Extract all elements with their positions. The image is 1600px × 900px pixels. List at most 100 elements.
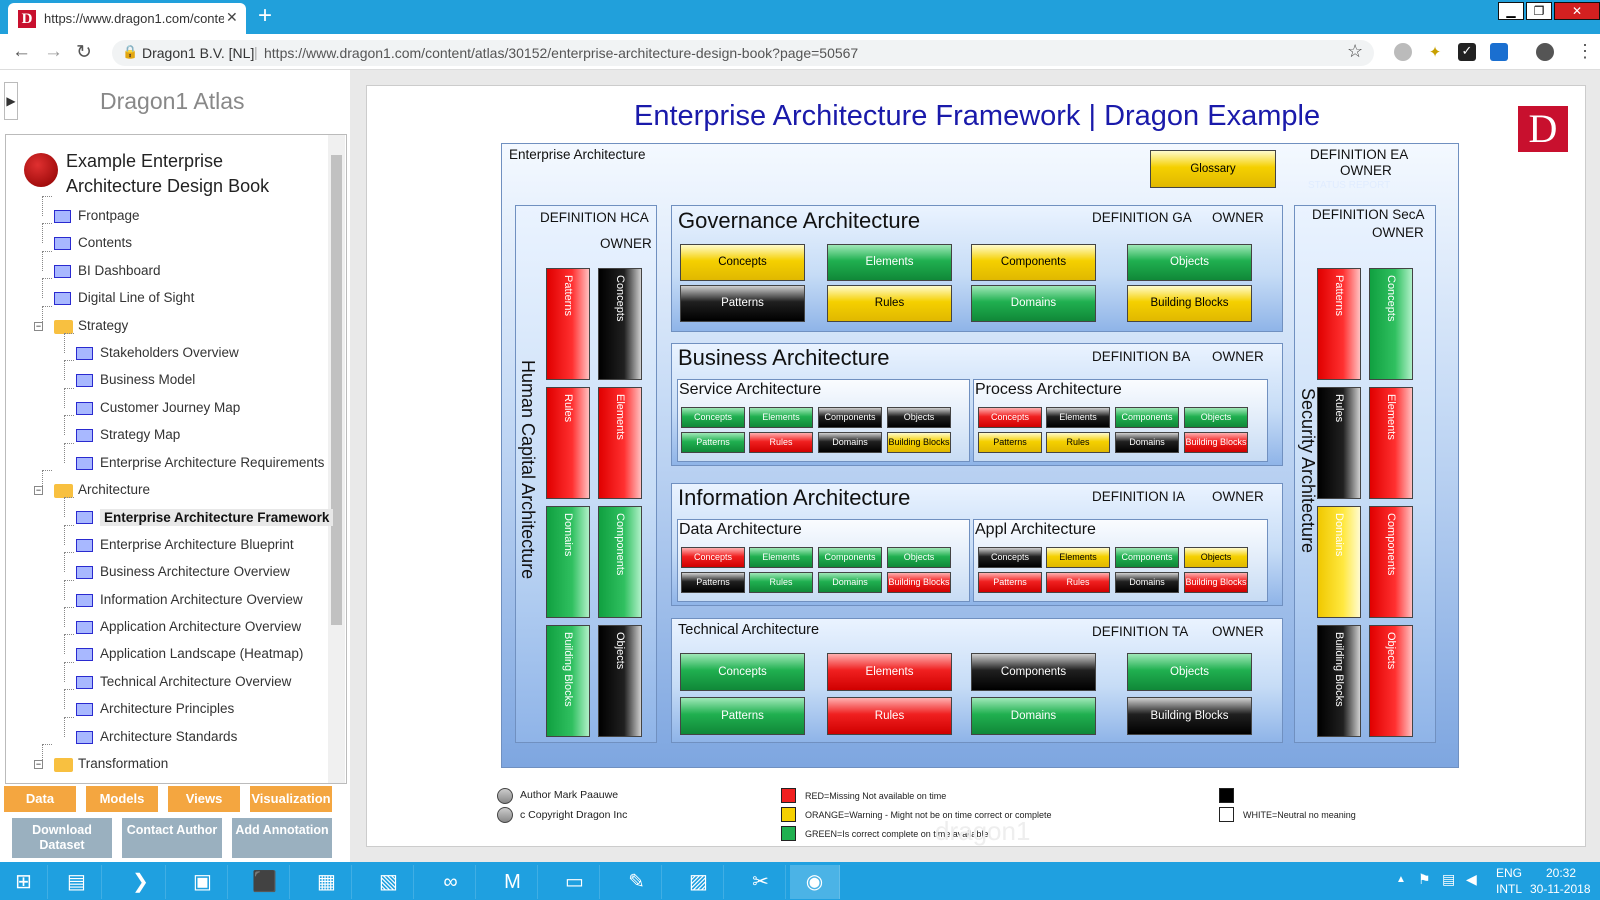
ia-right-concepts-button[interactable]: Concepts [978,547,1042,568]
contact-author-button[interactable]: Contact Author [122,818,222,858]
hca-rules-button[interactable]: Rules [546,387,590,499]
ia-left-components-button[interactable]: Components [818,547,882,568]
sidebar-item-transformation[interactable]: Transformation [78,756,168,771]
flag-icon[interactable]: ⚑ [1418,871,1431,888]
bookmark-star-icon[interactable]: ☆ [1347,41,1363,62]
ga-building-blocks-button[interactable]: Building Blocks [1127,285,1252,322]
back-icon[interactable]: ← [12,41,31,63]
chrome-icon[interactable]: ◉ [790,865,840,899]
clock-time[interactable]: 20:32 [1546,866,1576,880]
reload-icon[interactable]: ↻ [76,41,92,64]
ta-components-button[interactable]: Components [971,653,1096,691]
extension-s-icon[interactable] [1490,43,1508,61]
collapse-sidebar-icon[interactable]: ▶ [4,82,18,120]
seca-components-button[interactable]: Components [1369,506,1413,618]
volume-icon[interactable]: ◀ [1466,871,1477,888]
ba-right-components-button[interactable]: Components [1115,407,1179,428]
ia-left-rules-button[interactable]: Rules [749,572,813,593]
ga-concepts-button[interactable]: Concepts [680,244,805,281]
close-window-icon[interactable]: ✕ [1554,2,1600,20]
ia-right-patterns-button[interactable]: Patterns [978,572,1042,593]
ga-rules-button[interactable]: Rules [827,285,952,322]
ba-right-patterns-button[interactable]: Patterns [978,432,1042,453]
ba-left-components-button[interactable]: Components [818,407,882,428]
address-bar[interactable]: 🔒 Dragon1 B.V. [NL] | https://www.dragon… [112,40,1374,66]
expand-toggle-icon[interactable]: − [34,321,43,331]
ga-objects-button[interactable]: Objects [1127,244,1252,281]
sidebar-item-frontpage[interactable]: Frontpage [78,208,140,223]
add-annotation-button[interactable]: Add Annotation [232,818,332,858]
seca-building-blocks-button[interactable]: Building Blocks [1317,625,1361,737]
ba-right-concepts-button[interactable]: Concepts [978,407,1042,428]
hca-building-blocks-button[interactable]: Building Blocks [546,625,590,737]
tree-scrollbar[interactable] [328,135,345,783]
extension-circle-icon[interactable] [1394,43,1412,61]
language-line2[interactable]: INTL [1496,882,1522,896]
sidebar-item-strategy-map[interactable]: Strategy Map [100,427,180,442]
paint-app-icon[interactable]: ✎ [612,865,662,899]
hca-objects-button[interactable]: Objects [598,625,642,737]
sidebar-item-information-architecture-overview[interactable]: Information Architecture Overview [100,592,303,607]
tab-visualization[interactable]: Visualization [250,786,332,812]
ia-right-rules-button[interactable]: Rules [1046,572,1110,593]
taskbar-app-icon[interactable]: ▤ [52,865,102,899]
profile-icon[interactable] [1536,43,1554,61]
ta-patterns-button[interactable]: Patterns [680,697,805,735]
ba-right-elements-button[interactable]: Elements [1046,407,1110,428]
tab-models[interactable]: Models [86,786,158,812]
sidebar-item-stakeholders-overview[interactable]: Stakeholders Overview [100,345,239,360]
sidebar-item-digital-line-of-sight[interactable]: Digital Line of Sight [78,290,194,305]
ia-right-elements-button[interactable]: Elements [1046,547,1110,568]
tools-app-icon[interactable]: ✂ [736,865,786,899]
ga-domains-button[interactable]: Domains [971,285,1096,322]
sidebar-item-technical-architecture-overview[interactable]: Technical Architecture Overview [100,674,291,689]
chart-app-icon[interactable]: ▦ [302,865,352,899]
hca-domains-button[interactable]: Domains [546,506,590,618]
menu-icon[interactable]: ⋮ [1576,41,1594,62]
ia-left-building-blocks-button[interactable]: Building Blocks [887,572,951,593]
tab-views[interactable]: Views [168,786,240,812]
sidebar-item-bi-dashboard[interactable]: BI Dashboard [78,263,161,278]
sidebar-item-architecture[interactable]: Architecture [78,482,150,497]
pdf-app-icon[interactable]: ⬛ [240,865,290,899]
sidebar-item-application-architecture-overview[interactable]: Application Architecture Overview [100,619,301,634]
hca-elements-button[interactable]: Elements [598,387,642,499]
sidebar-item-contents[interactable]: Contents [78,235,132,250]
ia-left-concepts-button[interactable]: Concepts [681,547,745,568]
ba-left-domains-button[interactable]: Domains [818,432,882,453]
network-app-icon[interactable]: ▨ [674,865,724,899]
folder-app-icon[interactable]: ▭ [550,865,600,899]
sidebar-item-customer-journey-map[interactable]: Customer Journey Map [100,400,240,415]
tray-up-icon[interactable]: ▲ [1396,874,1406,885]
book-title[interactable]: Example Enterprise Architecture Design B… [66,149,316,199]
ba-left-elements-button[interactable]: Elements [749,407,813,428]
ba-left-patterns-button[interactable]: Patterns [681,432,745,453]
clock-date[interactable]: 30-11-2018 [1530,882,1591,896]
seca-patterns-button[interactable]: Patterns [1317,268,1361,380]
ba-right-objects-button[interactable]: Objects [1184,407,1248,428]
sidebar-item-business-model[interactable]: Business Model [100,372,195,387]
windows-start-icon[interactable]: ⊞ [0,865,48,899]
hca-concepts-button[interactable]: Concepts [598,268,642,380]
sidebar-item-architecture-principles[interactable]: Architecture Principles [100,701,234,716]
sidebar-item-application-landscape-heatmap[interactable]: Application Landscape (Heatmap) [100,646,303,661]
ba-left-building-blocks-button[interactable]: Building Blocks [887,432,951,453]
infinity-app-icon[interactable]: ∞ [426,865,476,899]
download-dataset-button[interactable]: Download Dataset [12,818,112,858]
extension-bolt-icon[interactable]: ✦ [1426,43,1444,61]
seca-concepts-button[interactable]: Concepts [1369,268,1413,380]
ba-left-rules-button[interactable]: Rules [749,432,813,453]
ia-left-objects-button[interactable]: Objects [887,547,951,568]
seca-elements-button[interactable]: Elements [1369,387,1413,499]
network-icon[interactable]: ▤ [1442,871,1455,888]
tab-close-icon[interactable]: ✕ [226,9,238,26]
ia-left-domains-button[interactable]: Domains [818,572,882,593]
browser-tab[interactable]: D https://www.dragon1.com/conte ✕ [8,3,246,34]
ta-objects-button[interactable]: Objects [1127,653,1252,691]
language-line1[interactable]: ENG [1496,866,1522,880]
tab-data[interactable]: Data [4,786,76,812]
save-app-icon[interactable]: ▣ [178,865,228,899]
new-tab-icon[interactable]: + [258,2,272,30]
extension-check-icon[interactable]: ✓ [1458,43,1476,61]
seca-domains-button[interactable]: Domains [1317,506,1361,618]
